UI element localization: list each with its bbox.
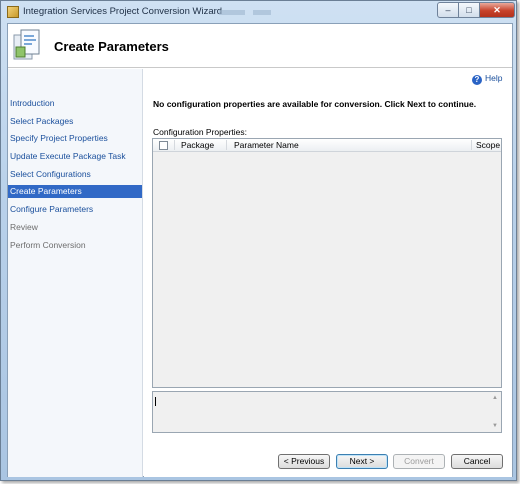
title-bar-artifact: [219, 10, 245, 15]
help-label: Help: [485, 73, 503, 83]
nav-item-update-execute-package-task[interactable]: Update Execute Package Task: [8, 150, 142, 163]
help-link[interactable]: ? Help: [472, 73, 502, 85]
nav-item-perform-conversion: Perform Conversion: [10, 240, 86, 250]
next-button[interactable]: Next >: [336, 454, 388, 469]
column-divider: [174, 140, 175, 150]
details-scrollbar[interactable]: ▲ ▼: [490, 392, 501, 432]
minimize-button[interactable]: –: [437, 2, 459, 18]
column-divider: [471, 140, 472, 150]
nav-item-select-packages[interactable]: Select Packages: [8, 115, 142, 128]
wizard-content: ? Help No configuration properties are av…: [144, 69, 512, 477]
wizard-steps-nav: Introduction Select Packages Specify Pro…: [8, 69, 143, 477]
page-title: Create Parameters: [54, 39, 169, 54]
nav-item-configure-parameters[interactable]: Configure Parameters: [8, 203, 142, 216]
convert-button: Convert: [393, 454, 445, 469]
column-divider: [226, 140, 227, 150]
app-icon: [7, 6, 19, 18]
nav-item-review: Review: [10, 222, 38, 232]
close-button[interactable]: ✕: [479, 2, 515, 18]
select-all-checkbox[interactable]: [159, 141, 168, 150]
wizard-button-bar: < Previous Next > Convert Cancel: [144, 434, 512, 476]
configuration-properties-label: Configuration Properties:: [153, 127, 248, 137]
status-message: No configuration properties are availabl…: [153, 99, 477, 109]
nav-item-specify-project-properties[interactable]: Specify Project Properties: [8, 132, 142, 145]
wizard-window: Integration Services Project Conversion …: [0, 0, 517, 481]
column-header-parameter-name[interactable]: Parameter Name: [234, 139, 299, 151]
help-icon: ?: [472, 75, 482, 85]
configuration-properties-grid[interactable]: Package Parameter Name Scope: [152, 138, 502, 388]
wizard-client-area: Create Parameters Introduction Select Pa…: [7, 23, 513, 477]
details-textbox[interactable]: ▲ ▼: [152, 391, 502, 433]
title-bar[interactable]: Integration Services Project Conversion …: [1, 1, 516, 23]
wizard-page-icon: [13, 29, 40, 60]
wizard-header: Create Parameters: [8, 24, 512, 68]
nav-item-create-parameters[interactable]: Create Parameters: [8, 185, 142, 198]
column-header-package[interactable]: Package: [181, 139, 214, 151]
nav-item-introduction[interactable]: Introduction: [8, 97, 142, 110]
grid-header: Package Parameter Name Scope: [153, 139, 501, 152]
scroll-up-arrow-icon[interactable]: ▲: [492, 395, 498, 401]
title-bar-artifact: [253, 10, 271, 15]
window-title: Integration Services Project Conversion …: [23, 6, 223, 17]
column-header-scope[interactable]: Scope: [476, 139, 500, 151]
text-cursor: [155, 397, 156, 406]
scroll-down-arrow-icon[interactable]: ▼: [492, 423, 498, 429]
cancel-button[interactable]: Cancel: [451, 454, 503, 469]
maximize-button[interactable]: □: [458, 2, 480, 18]
previous-button[interactable]: < Previous: [278, 454, 330, 469]
nav-item-select-configurations[interactable]: Select Configurations: [8, 168, 142, 181]
